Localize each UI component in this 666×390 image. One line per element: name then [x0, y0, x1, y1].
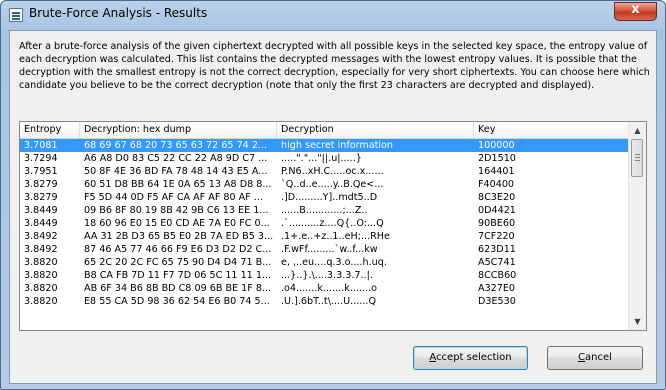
cell-key: 90BE60: [478, 218, 516, 229]
table-row[interactable]: 3.7081 68 69 67 68 20 73 65 63 72 65 74 2…: [20, 139, 629, 152]
table-row[interactable]: 3.8820 AB 6F 34 B6 8B BD C8 09 6B BE 1F 8…: [20, 282, 629, 295]
cell-entropy: 3.7951: [24, 166, 58, 177]
table-row[interactable]: 3.8449 18 60 96 E0 15 E0 CD AE 7A E0 FC 0…: [20, 217, 629, 230]
description-text: After a brute-force analysis of the give…: [19, 41, 650, 91]
cell-key: 8CCB60: [478, 270, 517, 281]
table-row[interactable]: 3.8820 B8 CA FB 7D 11 F7 7D 06 5C 11 11 1…: [20, 269, 629, 282]
cell-key: F40400: [478, 179, 515, 190]
candidates-list[interactable]: Entropy Decryption: hex dump Decryption …: [19, 121, 647, 331]
cell-hex-dump: 65 2C 20 2C FC 65 75 90 D4 D4 71 B...: [84, 257, 272, 268]
cell-decryption: e, ,..eu....q.3.o....h.uq.: [281, 257, 387, 268]
list-header: Entropy Decryption: hex dump Decryption …: [20, 122, 629, 139]
cell-entropy: 3.8820: [24, 270, 58, 281]
window-title: Brute-Force Analysis - Results: [29, 6, 208, 20]
column-header-entropy[interactable]: Entropy: [20, 122, 80, 138]
cell-decryption: `Q..d..e.....y..B.Qe<...: [281, 179, 384, 190]
cancel-button[interactable]: Cancel: [547, 346, 643, 370]
cell-decryption: P.N6..xH.C.....oc.x......: [281, 166, 384, 177]
cell-key: D3E530: [478, 296, 516, 307]
cell-hex-dump: 60 51 D8 BB 64 1E 0A 65 13 A8 D8 8...: [84, 179, 272, 190]
column-header-key[interactable]: Key: [474, 122, 629, 138]
cell-key: A5C741: [478, 257, 516, 268]
cancel-mnemonic: C: [578, 352, 586, 363]
table-row[interactable]: 3.8279 60 51 D8 BB 64 1E 0A 65 13 A8 D8 8…: [20, 178, 629, 191]
cell-hex-dump: A6 A8 D0 83 C5 22 CC 22 A8 9D C7 ...: [84, 153, 268, 164]
cell-key: 623D11: [478, 244, 516, 255]
cell-key: 2D1510: [478, 153, 516, 164]
cell-decryption: ....."."..."||.u|.....}: [281, 153, 362, 164]
table-row[interactable]: 3.8279 F5 5D 44 0D F5 AF CA AF AF 80 AF .…: [20, 191, 629, 204]
table-row[interactable]: 3.8492 AA 31 2B D3 65 B5 E0 2B 7A ED B5 3…: [20, 230, 629, 243]
table-row[interactable]: 3.8492 87 46 A5 77 46 66 F9 E6 D3 D2 D2 C…: [20, 243, 629, 256]
close-button[interactable]: x: [614, 2, 657, 21]
cell-key: 7CF220: [478, 231, 515, 242]
vertical-scrollbar[interactable]: ▲ ▼: [628, 122, 646, 330]
cancel-label: ancel: [585, 352, 612, 363]
table-row[interactable]: 3.7951 50 8F 4E 36 BD FA 78 48 14 43 E5 A…: [20, 165, 629, 178]
cell-hex-dump: B8 CA FB 7D 11 F7 7D 06 5C 11 11 1...: [84, 270, 272, 281]
cell-entropy: 3.7294: [24, 153, 58, 164]
table-row[interactable]: 3.8820 E8 55 CA 5D 98 36 62 54 E6 B0 74 5…: [20, 295, 629, 308]
cell-entropy: 3.8820: [24, 296, 58, 307]
table-row[interactable]: 3.8820 65 2C 20 2C FC 65 75 90 D4 D4 71 B…: [20, 256, 629, 269]
cell-decryption: .1+.e..+z..1..eH;...RHe: [281, 231, 390, 242]
cell-entropy: 3.8492: [24, 244, 58, 255]
cell-decryption: ......B............;...Z..: [281, 205, 368, 216]
column-header-decryption[interactable]: Decryption: [277, 122, 474, 138]
cell-decryption: ...}..}.\....3.3.3.7..|.: [281, 270, 373, 281]
cell-entropy: 3.8279: [24, 192, 58, 203]
grip-icon: [635, 154, 640, 155]
close-icon: x: [631, 2, 640, 17]
dialog-window: Brute-Force Analysis - Results x After a…: [0, 0, 666, 390]
accept-label: ccept selection: [436, 352, 512, 363]
title-bar[interactable]: Brute-Force Analysis - Results x: [1, 1, 665, 29]
dialog-client-area: After a brute-force analysis of the give…: [9, 30, 657, 384]
cell-hex-dump: 09 B6 8F 80 19 8B 42 9B C6 13 EE 1...: [84, 205, 269, 216]
table-row[interactable]: 3.8449 09 B6 8F 80 19 8B 42 9B C6 13 EE 1…: [20, 204, 629, 217]
cell-entropy: 3.8820: [24, 283, 58, 294]
accept-selection-button[interactable]: Accept selection: [413, 346, 528, 370]
cell-hex-dump: 68 69 67 68 20 73 65 63 72 65 74 2...: [84, 140, 268, 151]
cell-key: 100000: [478, 140, 515, 151]
cell-hex-dump: 87 46 A5 77 46 66 F9 E6 D3 D2 D2 C...: [84, 244, 272, 255]
cell-decryption: .F.wFf.........`w..f...kw: [281, 244, 378, 255]
cell-hex-dump: 50 8F 4E 36 BD FA 78 48 14 43 E5 A...: [84, 166, 268, 177]
list-rows: 3.7081 68 69 67 68 20 73 65 63 72 65 74 2…: [20, 139, 629, 308]
cell-decryption: high secret information: [281, 140, 393, 151]
cell-entropy: 3.8492: [24, 231, 58, 242]
cell-hex-dump: AB 6F 34 B6 8B BD C8 09 6B BE 1F 8...: [84, 283, 272, 294]
cell-key: 0D4421: [478, 205, 516, 216]
scroll-down-icon[interactable]: ▼: [629, 313, 646, 330]
scroll-thumb[interactable]: [631, 139, 643, 177]
cell-entropy: 3.8820: [24, 257, 58, 268]
cell-key: A327E0: [478, 283, 516, 294]
cell-hex-dump: F5 5D 44 0D F5 AF CA AF AF 80 AF ...: [84, 192, 263, 203]
column-header-hex-dump[interactable]: Decryption: hex dump: [80, 122, 277, 138]
cell-key: 164401: [478, 166, 515, 177]
cell-entropy: 3.8449: [24, 218, 58, 229]
cell-hex-dump: AA 31 2B D3 65 B5 E0 2B 7A ED B5 3...: [84, 231, 274, 242]
app-icon: [9, 8, 23, 22]
cell-entropy: 3.7081: [24, 140, 58, 151]
cell-entropy: 3.8279: [24, 179, 58, 190]
cell-decryption: .o4.......k.......k.......o: [281, 283, 378, 294]
cell-hex-dump: E8 55 CA 5D 98 36 62 54 E6 B0 74 5...: [84, 296, 270, 307]
cell-decryption: .`..........z....Q{..O:...Q: [281, 218, 384, 229]
table-row[interactable]: 3.7294 A6 A8 D0 83 C5 22 CC 22 A8 9D C7 .…: [20, 152, 629, 165]
scroll-up-icon[interactable]: ▲: [629, 122, 646, 139]
cell-key: 8C3E20: [478, 192, 516, 203]
cell-decryption: .]D.........Y]..mdt5..D: [281, 192, 378, 203]
cell-hex-dump: 18 60 96 E0 15 E0 CD AE 7A E0 FC 0...: [84, 218, 270, 229]
cell-entropy: 3.8449: [24, 205, 58, 216]
cell-decryption: .U.].6bT..t\....U......Q: [281, 296, 376, 307]
